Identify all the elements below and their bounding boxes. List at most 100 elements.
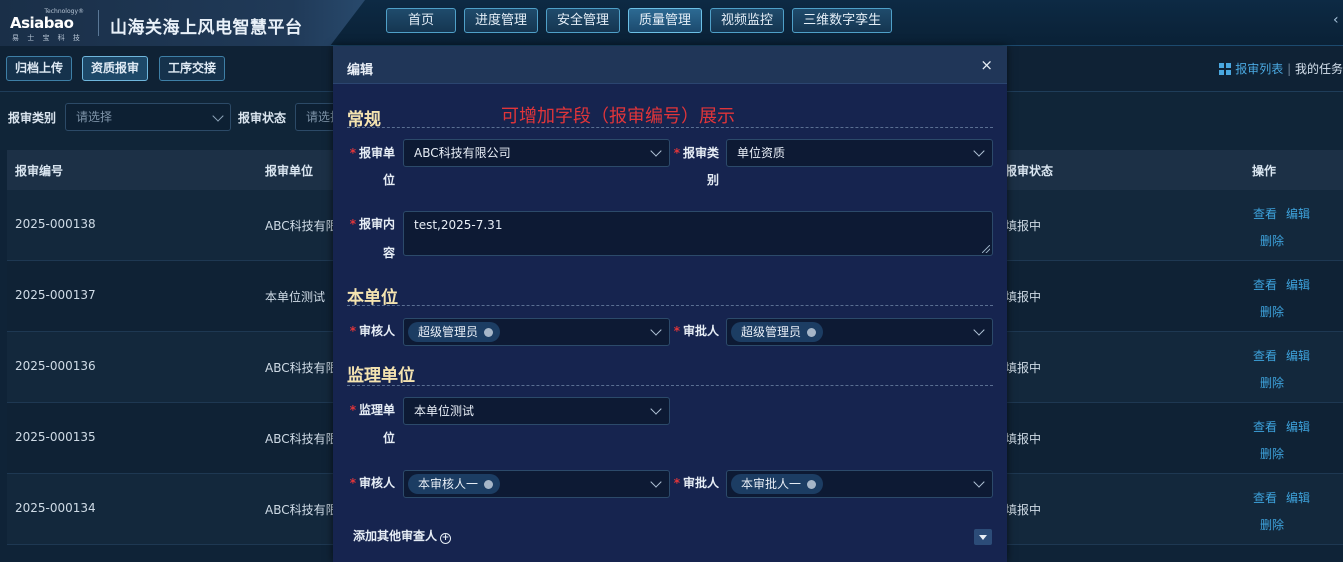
remove-tag-icon[interactable] bbox=[807, 328, 817, 337]
category-filter-select[interactable]: 请选择 bbox=[65, 103, 231, 131]
row-unit: ABC科技有限 bbox=[265, 503, 338, 517]
sup-reviewer-select[interactable]: 本审核人一 bbox=[403, 470, 670, 498]
category-label-text: 报审类 bbox=[682, 146, 719, 160]
reviewer-label-text: 审核人 bbox=[358, 324, 395, 338]
category-select[interactable]: 单位资质 bbox=[726, 139, 993, 167]
reviewer-select[interactable]: 超级管理员 bbox=[403, 318, 670, 346]
grid-icon bbox=[1219, 63, 1232, 75]
sup-reviewer-tag-text: 本审核人一 bbox=[418, 477, 479, 491]
view-link[interactable]: 查看 bbox=[1253, 347, 1277, 364]
main-nav: 首页 进度管理 安全管理 质量管理 视频监控 三维数字孪生 bbox=[386, 8, 893, 33]
sup-approver-tag-text: 本审批人一 bbox=[741, 477, 802, 491]
delete-link[interactable]: 删除 bbox=[1260, 303, 1284, 320]
row-status: 填报中 bbox=[1005, 219, 1042, 233]
nav-digital-twin[interactable]: 三维数字孪生 bbox=[792, 8, 893, 33]
company-logo: Technology® Asiabao 易 士 宝 科 技 bbox=[10, 6, 90, 42]
view-link[interactable]: 查看 bbox=[1253, 418, 1277, 435]
edit-link[interactable]: 编辑 bbox=[1286, 205, 1310, 222]
my-tasks-link[interactable]: 我的任务 bbox=[1295, 62, 1343, 76]
chevron-down-icon bbox=[212, 110, 224, 122]
chevron-down-icon bbox=[973, 476, 985, 488]
column-header-actions: 操作 bbox=[1252, 164, 1277, 178]
remove-tag-icon[interactable] bbox=[807, 480, 817, 489]
unit-label-text: 报审单 bbox=[358, 146, 395, 160]
chevron-down-icon bbox=[650, 476, 662, 488]
row-code: 2025-000138 bbox=[15, 217, 96, 231]
category-filter-placeholder: 请选择 bbox=[76, 110, 113, 124]
required-mark: * bbox=[349, 324, 356, 338]
section-title-supervisor: 监理单位 bbox=[347, 366, 415, 386]
approver-tag-text: 超级管理员 bbox=[741, 325, 802, 339]
required-mark: * bbox=[349, 403, 356, 417]
approver-label: * 审批人 bbox=[669, 318, 719, 345]
remove-tag-icon[interactable] bbox=[484, 480, 494, 489]
delete-link[interactable]: 删除 bbox=[1260, 516, 1284, 533]
sup-reviewer-tag[interactable]: 本审核人一 bbox=[408, 474, 501, 494]
content-label: * 报审内 bbox=[347, 211, 395, 238]
close-icon[interactable]: × bbox=[980, 56, 993, 74]
delete-link[interactable]: 删除 bbox=[1260, 445, 1284, 462]
edit-dialog: 编辑 × 常规 可增加字段（报审编号）展示 * 报审单 位 ABC科技有限公司 *… bbox=[333, 46, 1007, 562]
required-mark: * bbox=[673, 476, 680, 490]
unit-label: * 报审单 bbox=[347, 140, 395, 167]
nav-video[interactable]: 视频监控 bbox=[710, 8, 785, 33]
unit-label-wrap: 位 bbox=[382, 173, 395, 187]
remove-tag-icon[interactable] bbox=[484, 328, 494, 337]
required-mark: * bbox=[349, 146, 356, 160]
nav-quality[interactable]: 质量管理 bbox=[628, 8, 703, 33]
row-status: 填报中 bbox=[1005, 290, 1042, 304]
required-mark: * bbox=[673, 324, 680, 338]
row-status: 填报中 bbox=[1005, 432, 1042, 446]
top-header: Technology® Asiabao 易 士 宝 科 技 山海关海上风电智慧平… bbox=[0, 0, 1343, 46]
sup-approver-select[interactable]: 本审批人一 bbox=[726, 470, 993, 498]
row-code: 2025-000134 bbox=[15, 501, 96, 515]
row-unit: ABC科技有限 bbox=[265, 361, 338, 375]
nav-progress[interactable]: 进度管理 bbox=[464, 8, 539, 33]
tab-archive-upload[interactable]: 归档上传 bbox=[6, 56, 73, 81]
row-status: 填报中 bbox=[1005, 503, 1042, 517]
content-textarea-value: test,2025-7.31 bbox=[414, 218, 503, 232]
section-divider bbox=[347, 305, 993, 306]
delete-link[interactable]: 删除 bbox=[1260, 232, 1284, 249]
review-list-link[interactable]: 报审列表 bbox=[1235, 62, 1283, 76]
content-textarea[interactable]: test,2025-7.31 bbox=[403, 211, 993, 256]
view-link[interactable]: 查看 bbox=[1253, 276, 1277, 293]
tab-qualification-review[interactable]: 资质报审 bbox=[82, 56, 149, 81]
view-link[interactable]: 查看 bbox=[1253, 489, 1277, 506]
category-label-wrap: 别 bbox=[706, 173, 719, 187]
dialog-header: 编辑 × bbox=[333, 46, 1007, 84]
column-header-code: 报审编号 bbox=[15, 164, 64, 178]
edit-link[interactable]: 编辑 bbox=[1286, 418, 1310, 435]
supervisor-label: * 监理单 bbox=[347, 397, 395, 424]
expand-down-icon[interactable] bbox=[974, 529, 992, 545]
nav-home[interactable]: 首页 bbox=[386, 8, 456, 33]
supervisor-select[interactable]: 本单位测试 bbox=[403, 397, 670, 425]
edit-link[interactable]: 编辑 bbox=[1286, 489, 1310, 506]
approver-select[interactable]: 超级管理员 bbox=[726, 318, 993, 346]
required-mark: * bbox=[349, 217, 356, 231]
approver-tag[interactable]: 超级管理员 bbox=[731, 322, 824, 342]
logo-wordmark: Asiabao bbox=[10, 14, 74, 32]
annotation-note: 可增加字段（报审编号）展示 bbox=[501, 106, 735, 127]
add-reviewer-button[interactable]: 添加其他审查人 + bbox=[353, 527, 452, 544]
tab-process-handover[interactable]: 工序交接 bbox=[159, 56, 226, 81]
row-code: 2025-000135 bbox=[15, 430, 96, 444]
view-link[interactable]: 查看 bbox=[1253, 205, 1277, 222]
edit-link[interactable]: 编辑 bbox=[1286, 347, 1310, 364]
delete-link[interactable]: 删除 bbox=[1260, 374, 1284, 391]
dialog-title: 编辑 bbox=[347, 63, 374, 78]
collapse-arrow-icon[interactable]: ‹ bbox=[1333, 12, 1343, 32]
resize-handle-icon[interactable] bbox=[982, 245, 990, 253]
category-select-value: 单位资质 bbox=[737, 146, 786, 160]
reviewer-label: * 审核人 bbox=[347, 318, 395, 345]
nav-safety[interactable]: 安全管理 bbox=[546, 8, 621, 33]
unit-select[interactable]: ABC科技有限公司 bbox=[403, 139, 670, 167]
reviewer-tag[interactable]: 超级管理员 bbox=[408, 322, 501, 342]
sup-approver-label: * 审批人 bbox=[669, 470, 719, 497]
chevron-down-icon bbox=[650, 145, 662, 157]
platform-title: 山海关海上风电智慧平台 bbox=[110, 18, 303, 38]
row-status: 填报中 bbox=[1005, 361, 1042, 375]
sup-approver-tag[interactable]: 本审批人一 bbox=[731, 474, 824, 494]
logo-subtitle: 易 士 宝 科 技 bbox=[12, 34, 83, 42]
edit-link[interactable]: 编辑 bbox=[1286, 276, 1310, 293]
